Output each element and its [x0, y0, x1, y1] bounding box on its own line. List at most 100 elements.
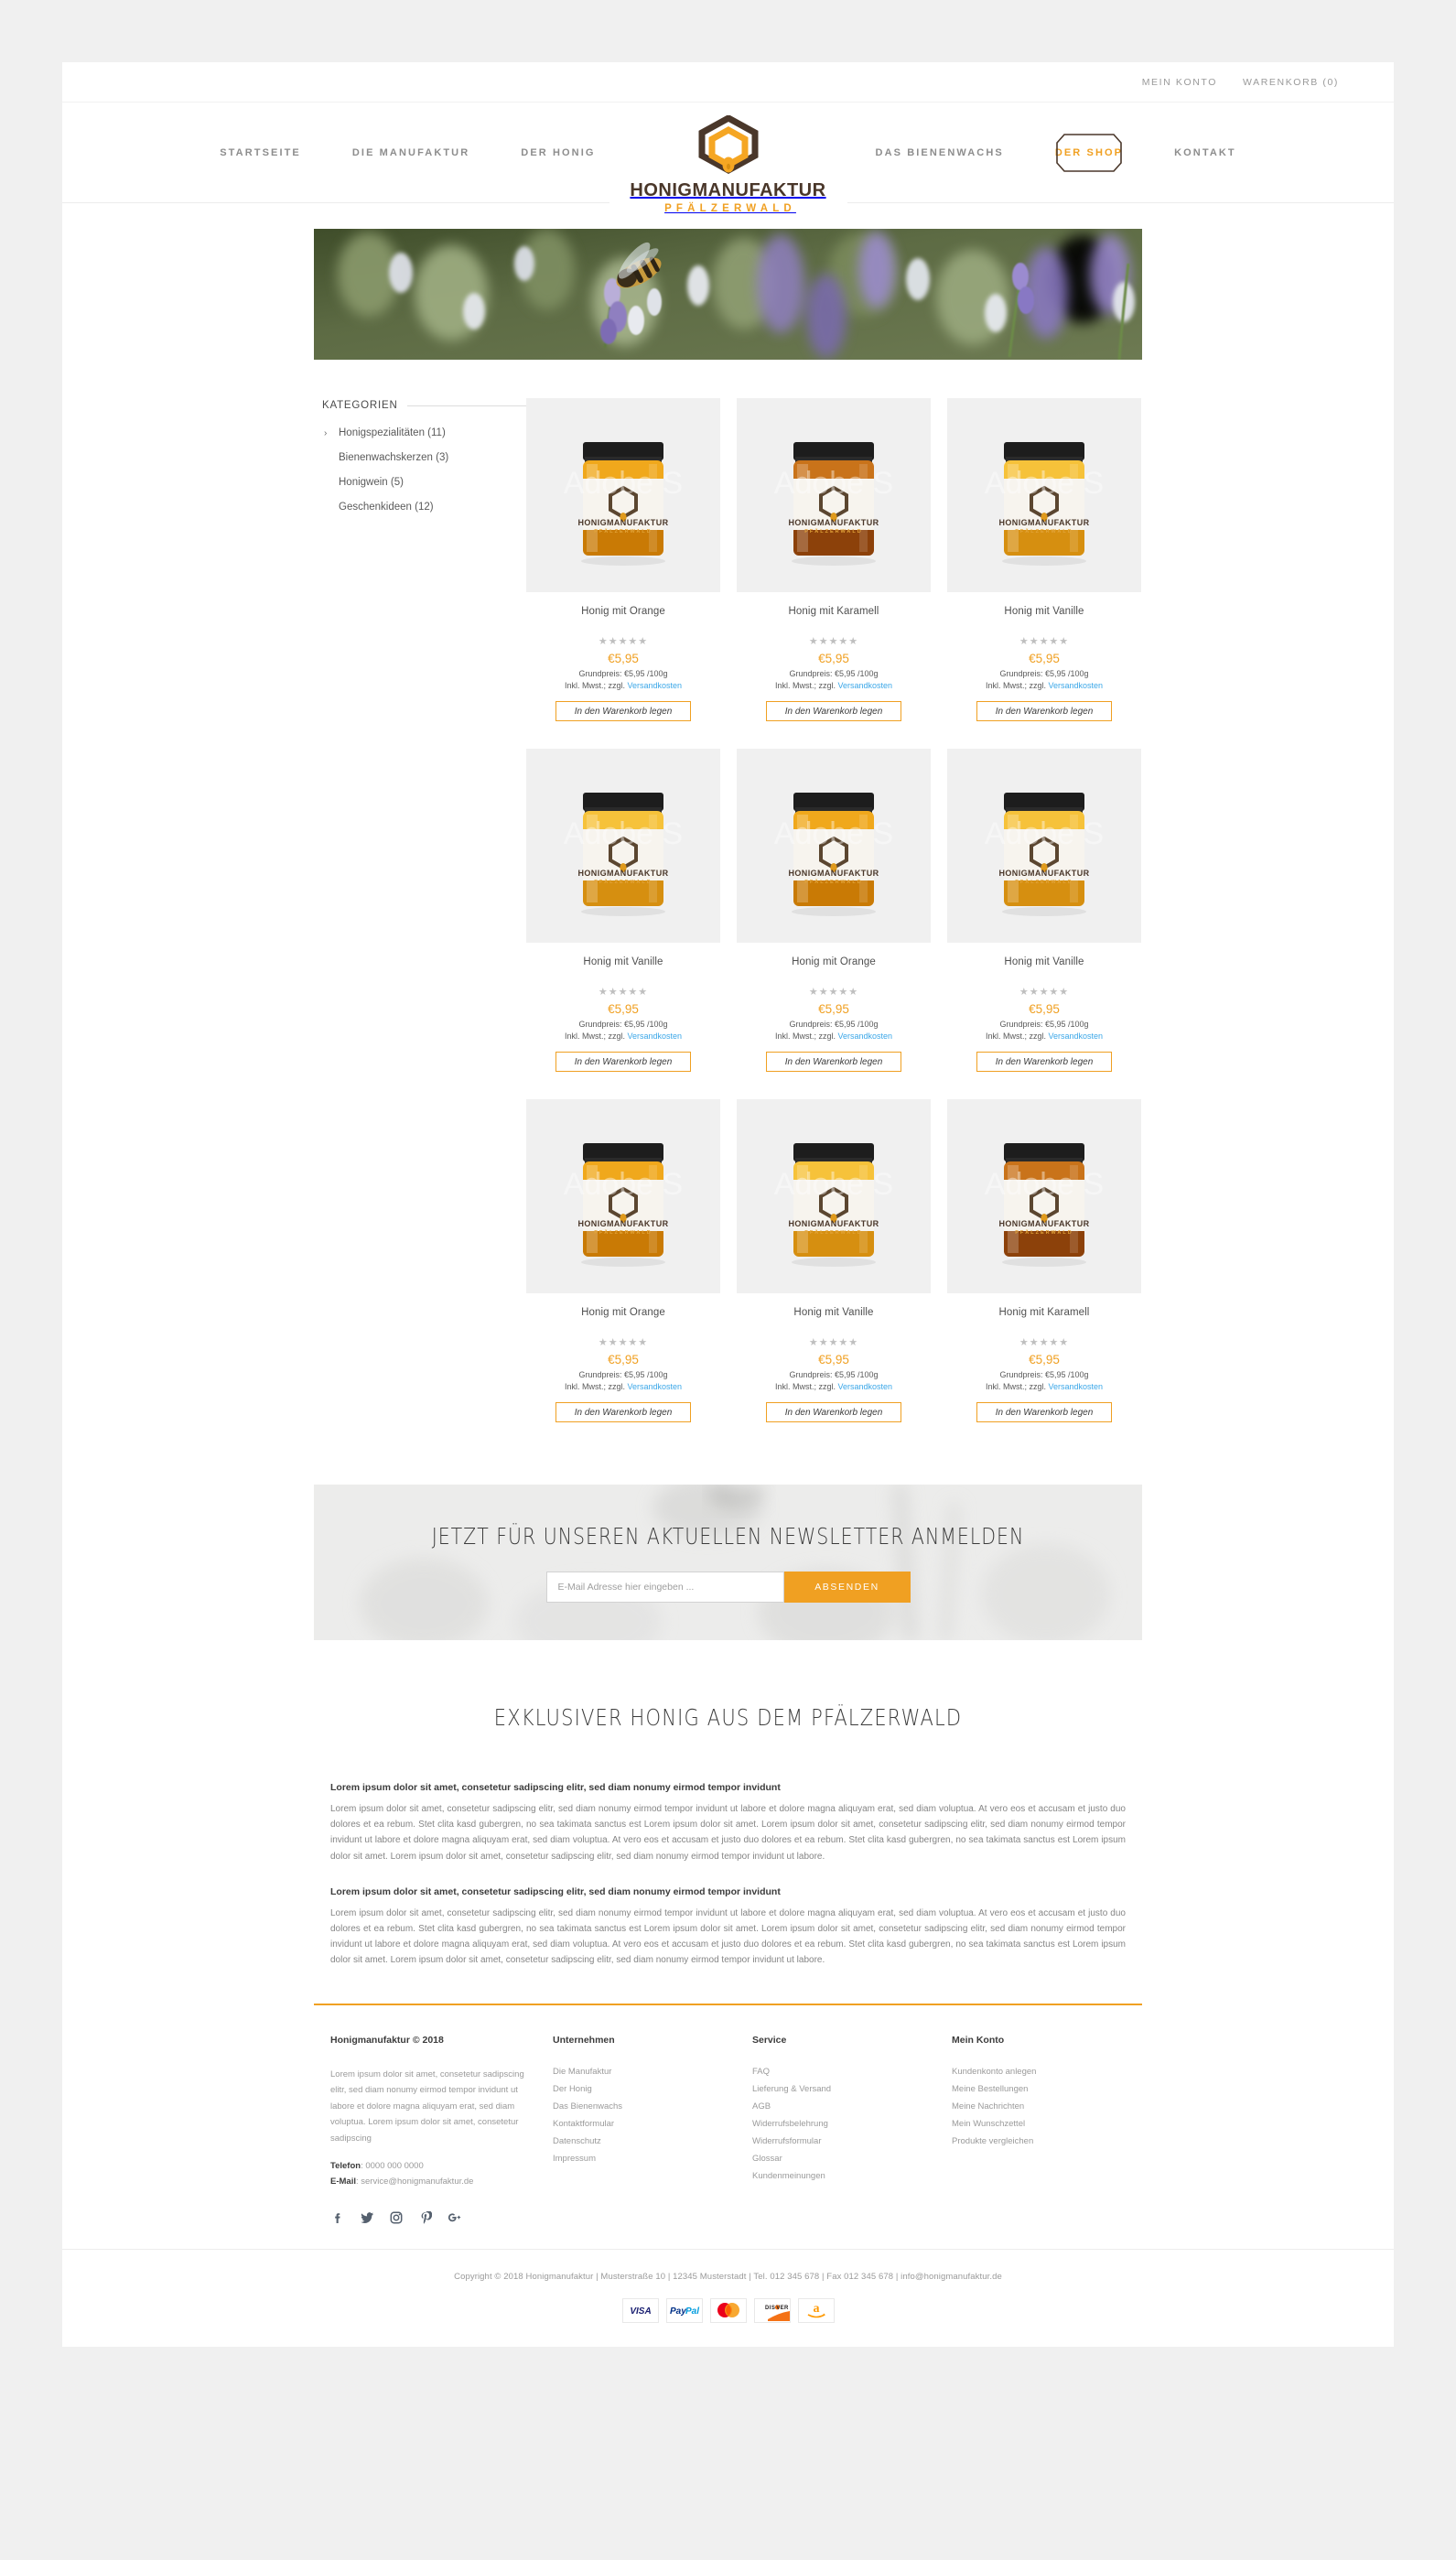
add-to-cart-button[interactable]: In den Warenkorb legen [766, 701, 901, 721]
product-card[interactable]: HONIGMANUFAKTUR PFÄLZERWALD Adobe S Honig m… [947, 1099, 1141, 1422]
product-card[interactable]: HONIGMANUFAKTUR PFÄLZERWALD Adobe S Honig m… [947, 398, 1141, 721]
footer-link[interactable]: Widerrufsbelehrung [752, 2119, 933, 2129]
sidebar-item-geschenkideen[interactable]: Geschenkideen (12) [322, 502, 526, 513]
product-image[interactable]: HONIGMANUFAKTUR PFÄLZERWALD Adobe S [947, 749, 1141, 943]
shipping-costs-link[interactable]: Versandkosten [837, 1032, 892, 1041]
google-plus-icon[interactable] [448, 2210, 462, 2225]
cart-link[interactable]: WARENKORB (0) [1243, 77, 1339, 88]
product-card[interactable]: HONIGMANUFAKTUR PFÄLZERWALD Adobe S Honig m… [737, 1099, 931, 1422]
shipping-costs-link[interactable]: Versandkosten [627, 1032, 682, 1041]
facebook-icon[interactable] [330, 2210, 345, 2225]
tax-note-text: Inkl. Mwst.; zzgl. [564, 1382, 628, 1391]
product-image[interactable]: HONIGMANUFAKTUR PFÄLZERWALD Adobe S [947, 1099, 1141, 1293]
footer-link[interactable]: Meine Bestellungen [952, 2084, 1107, 2094]
product-card[interactable]: HONIGMANUFAKTUR PFÄLZERWALD Adobe S Honig m… [737, 398, 931, 721]
product-rating-stars: ★★★★★ [598, 636, 649, 647]
footer-link-list: Kundenkonto anlegen Meine Bestellungen Mei… [952, 2067, 1107, 2146]
newsletter-section: JETZT FÜR UNSEREN AKTUELLEN NEWSLETTER A… [62, 1422, 1394, 1640]
footer-link[interactable]: Meine Nachrichten [952, 2101, 1107, 2112]
footer-phone: Telefon: 0000 000 0000 [330, 2159, 534, 2175]
footer-link[interactable]: Das Bienenwachs [553, 2101, 734, 2112]
product-card[interactable]: HONIGMANUFAKTUR PFÄLZERWALD Adobe S Honig m… [737, 749, 931, 1072]
category-sidebar: KATEGORIEN › Honigspezialitäten (11) Bie… [311, 398, 526, 1422]
site-footer: Honigmanufaktur © 2018 Lorem ipsum dolor… [314, 2005, 1142, 2190]
shipping-costs-link[interactable]: Versandkosten [1048, 1382, 1103, 1391]
product-image[interactable]: HONIGMANUFAKTUR PFÄLZERWALD Adobe S [526, 1099, 720, 1293]
pinterest-icon[interactable] [418, 2210, 433, 2225]
product-card[interactable]: HONIGMANUFAKTUR PFÄLZERWALD Adobe S Honig m… [526, 1099, 720, 1422]
payment-icon-paypal: Pay Pal [665, 2297, 703, 2323]
site-header: STARTSEITE DIE MANUFAKTUR DER HONIG DAS … [62, 103, 1394, 214]
my-account-link[interactable]: MEIN KONTO [1142, 77, 1217, 88]
add-to-cart-button[interactable]: In den Warenkorb legen [555, 1402, 691, 1422]
footer-link[interactable]: Mein Wunschzettel [952, 2119, 1107, 2129]
product-base-price: Grundpreis: €5,95 /100g [999, 669, 1089, 678]
product-image[interactable]: HONIGMANUFAKTUR PFÄLZERWALD Adobe S [737, 398, 931, 592]
instagram-icon[interactable] [389, 2210, 404, 2225]
footer-link[interactable]: AGB [752, 2101, 933, 2112]
product-rating-stars: ★★★★★ [598, 987, 649, 998]
newsletter-email-input[interactable] [545, 1571, 784, 1603]
footer-link[interactable]: Produkte vergleichen [952, 2136, 1107, 2146]
footer-link[interactable]: Kundenmeinungen [752, 2171, 933, 2181]
nav-item-die-manufaktur[interactable]: DIE MANUFAKTUR [327, 147, 495, 158]
nav-item-das-bienenwachs[interactable]: DAS BIENENWACHS [850, 147, 1030, 158]
product-price: €5,95 [818, 652, 849, 665]
product-image[interactable]: HONIGMANUFAKTUR PFÄLZERWALD Adobe S [737, 1099, 931, 1293]
footer-link[interactable]: Impressum [553, 2154, 734, 2164]
footer-link[interactable]: Die Manufaktur [553, 2067, 734, 2077]
product-image[interactable]: HONIGMANUFAKTUR PFÄLZERWALD Adobe S [737, 749, 931, 943]
shipping-costs-link[interactable]: Versandkosten [1048, 681, 1103, 690]
footer-link[interactable]: Lieferung & Versand [752, 2084, 933, 2094]
nav-item-startseite[interactable]: STARTSEITE [194, 147, 327, 158]
shipping-costs-link[interactable]: Versandkosten [837, 681, 892, 690]
product-price: €5,95 [1029, 652, 1060, 665]
shipping-costs-link[interactable]: Versandkosten [837, 1382, 892, 1391]
add-to-cart-button[interactable]: In den Warenkorb legen [976, 1402, 1112, 1422]
add-to-cart-button[interactable]: In den Warenkorb legen [976, 701, 1112, 721]
footer-link[interactable]: Widerrufsformular [752, 2136, 933, 2146]
shipping-costs-link[interactable]: Versandkosten [627, 681, 682, 690]
product-card[interactable]: HONIGMANUFAKTUR PFÄLZERWALD Adobe S Honig m… [526, 398, 720, 721]
add-to-cart-button[interactable]: In den Warenkorb legen [555, 701, 691, 721]
footer-link[interactable]: Kontaktformular [553, 2119, 734, 2129]
honeycomb-logo-icon [698, 115, 758, 174]
footer-heading: Unternehmen [553, 2034, 615, 2046]
product-image[interactable]: HONIGMANUFAKTUR PFÄLZERWALD Adobe S [947, 398, 1141, 592]
newsletter-submit-button[interactable]: ABSENDEN [783, 1571, 911, 1603]
sidebar-item-honigspezialitaeten[interactable]: › Honigspezialitäten (11) [322, 427, 526, 438]
footer-link[interactable]: Der Honig [553, 2084, 734, 2094]
newsletter-title: JETZT FÜR UNSEREN AKTUELLEN NEWSLETTER A… [431, 1522, 1025, 1550]
add-to-cart-button[interactable]: In den Warenkorb legen [555, 1052, 691, 1072]
nav-item-der-honig[interactable]: DER HONIG [495, 147, 620, 158]
product-card[interactable]: HONIGMANUFAKTUR PFÄLZERWALD Adobe S Honig m… [947, 749, 1141, 1072]
twitter-icon[interactable] [360, 2210, 374, 2225]
honey-jar-image: HONIGMANUFAKTURPFÄLZERWALD Adobe S [737, 1099, 931, 1293]
footer-link[interactable]: Datenschutz [553, 2136, 734, 2146]
svg-text:a: a [813, 2302, 819, 2316]
social-links [314, 2210, 1142, 2225]
add-to-cart-button[interactable]: In den Warenkorb legen [976, 1052, 1112, 1072]
footer-email-label: E-Mail [330, 2176, 356, 2187]
svg-text:Adobe S: Adobe S [774, 816, 893, 851]
svg-text:HONIGMANUFAKTUR: HONIGMANUFAKTUR [999, 1219, 1090, 1228]
add-to-cart-button[interactable]: In den Warenkorb legen [766, 1052, 901, 1072]
sidebar-item-bienenwachskerzen[interactable]: Bienenwachskerzen (3) [322, 452, 526, 463]
footer-link[interactable]: Glossar [752, 2154, 933, 2164]
product-grid: HONIGMANUFAKTUR PFÄLZERWALD Adobe S Honig m… [526, 398, 1145, 1422]
copyright-text: Copyright © 2018 Honigmanufaktur | Muste… [454, 2271, 1002, 2282]
product-base-price: Grundpreis: €5,95 /100g [578, 1370, 668, 1379]
nav-item-der-shop[interactable]: DER SHOP [1030, 134, 1149, 172]
product-image[interactable]: HONIGMANUFAKTUR PFÄLZERWALD Adobe S [526, 749, 720, 943]
product-image[interactable]: HONIGMANUFAKTUR PFÄLZERWALD Adobe S [526, 398, 720, 592]
footer-link[interactable]: Kundenkonto anlegen [952, 2067, 1107, 2077]
nav-item-kontakt[interactable]: KONTAKT [1149, 147, 1262, 158]
sidebar-item-honigwein[interactable]: Honigwein (5) [322, 477, 526, 488]
shipping-costs-link[interactable]: Versandkosten [627, 1382, 682, 1391]
add-to-cart-button[interactable]: In den Warenkorb legen [766, 1402, 901, 1422]
footer-link[interactable]: FAQ [752, 2067, 933, 2077]
site-logo[interactable]: HONIGMANUFAKTUR PFÄLZERWALD [609, 115, 847, 214]
product-card[interactable]: HONIGMANUFAKTUR PFÄLZERWALD Adobe S Honig m… [526, 749, 720, 1072]
honey-jar-image: HONIGMANUFAKTURPFÄLZERWALD Adobe S [526, 749, 720, 943]
shipping-costs-link[interactable]: Versandkosten [1048, 1032, 1103, 1041]
